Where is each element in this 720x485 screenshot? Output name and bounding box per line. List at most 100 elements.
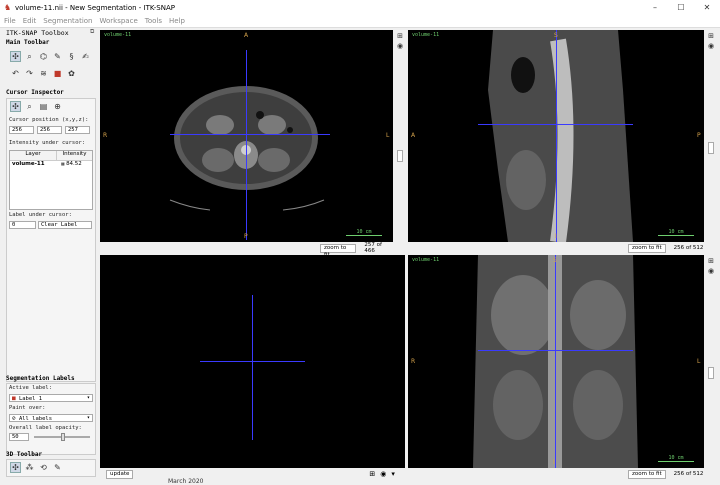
paint-over-label: Paint over: — [9, 405, 46, 411]
snake-tool-icon[interactable]: § — [66, 51, 77, 62]
3d-expand-icon[interactable]: ⊞ — [369, 470, 375, 478]
annotation-tool-icon[interactable]: ✍ — [80, 51, 91, 62]
camera-icon[interactable]: ◉ — [707, 267, 715, 275]
coronal-view[interactable]: volume-11 S R L I 10 cm — [408, 255, 704, 468]
chevron-down-icon: ▾ — [86, 415, 90, 421]
crosshair-vertical — [556, 30, 557, 242]
menu-workspace[interactable]: Workspace — [99, 17, 137, 25]
3d-paint-icon[interactable]: ✎ — [52, 462, 63, 473]
axial-view-footer: zoom to fit 257 of 466 — [100, 242, 393, 258]
scale-bar: 10 cm — [346, 229, 382, 236]
title-bar: ♞ volume-11.nii - New Segmentation - ITK… — [0, 0, 720, 15]
inspector-zoom-icon[interactable]: ⌕ — [24, 101, 35, 112]
menu-edit[interactable]: Edit — [23, 17, 37, 25]
redo-icon[interactable]: ↷ — [24, 68, 35, 79]
sagittal-view[interactable]: volume-11 S A P I 10 cm — [408, 30, 704, 242]
coronal-image — [473, 255, 638, 468]
active-label-select[interactable]: ■ Label 1 ▾ — [9, 394, 93, 402]
orient-top: S — [554, 32, 558, 39]
palette-icon[interactable]: ✿ — [66, 68, 77, 79]
sagittal-side-toolbar: ⊞ ◉ — [706, 30, 716, 242]
update-button[interactable]: update — [106, 469, 134, 479]
3d-menu-chevron-icon[interactable]: ▾ — [391, 470, 395, 478]
zoom-to-fit-button[interactable]: zoom to fit — [320, 243, 357, 258]
label-editor-icon[interactable]: ■ — [52, 68, 63, 79]
layers-icon[interactable]: ≋ — [38, 68, 49, 79]
3d-scalpel-icon[interactable]: ⟲ — [38, 462, 49, 473]
coronal-side-toolbar: ⊞ ◉ — [706, 255, 716, 468]
orient-bottom: I — [555, 233, 557, 240]
window-title: volume-11.nii - New Segmentation - ITK-S… — [15, 3, 175, 12]
undo-icon[interactable]: ↶ — [10, 68, 21, 79]
col-layer: Layer — [10, 151, 57, 160]
crosshair-horizontal — [170, 134, 330, 135]
menu-segmentation[interactable]: Segmentation — [43, 17, 92, 25]
crosshair-horizontal — [478, 350, 633, 351]
sagittal-view-footer: zoom to fit 256 of 512 — [408, 243, 704, 253]
inspector-cursor-icon[interactable]: ✣ — [10, 101, 21, 112]
expand-view-icon[interactable]: ⊞ — [396, 32, 404, 40]
close-button[interactable]: ✕ — [694, 0, 720, 15]
coronal-view-footer: zoom to fit 256 of 512 — [408, 469, 704, 479]
cursor-x-field[interactable]: 256 — [9, 126, 34, 134]
scale-bar: 10 cm — [658, 455, 694, 462]
cursor-y-field[interactable]: 256 — [37, 126, 62, 134]
crosshair-vertical — [246, 50, 247, 240]
paint-over-select[interactable]: ⊘ All labels ▾ — [9, 414, 93, 422]
orient-right: L — [697, 358, 701, 365]
slice-index: 257 of 466 — [364, 242, 382, 254]
minimize-button[interactable]: – — [642, 0, 668, 15]
intensity-label: Intensity under cursor: — [9, 140, 86, 146]
3d-spray-icon[interactable]: ⁂ — [24, 462, 35, 473]
view-layer-label: volume-11 — [412, 257, 440, 263]
menu-bar: File Edit Segmentation Workspace Tools H… — [0, 15, 720, 28]
menu-file[interactable]: File — [4, 17, 16, 25]
view-layer-label: volume-11 — [412, 32, 440, 38]
menu-help[interactable]: Help — [169, 17, 185, 25]
slice-scrollbar[interactable] — [397, 150, 403, 162]
opacity-slider-handle[interactable] — [61, 433, 65, 441]
zoom-to-fit-button[interactable]: zoom to fit — [628, 243, 666, 253]
active-label-label: Active label: — [9, 385, 53, 391]
zoom-tool-icon[interactable]: ⌕ — [24, 51, 35, 62]
inspector-sync-icon[interactable]: ⊕ — [52, 101, 63, 112]
opacity-field[interactable]: 50 — [9, 433, 29, 441]
menu-tools[interactable]: Tools — [145, 17, 162, 25]
3d-render-view[interactable] — [100, 255, 405, 468]
label-color-swatch-icon: ■ — [12, 395, 16, 402]
all-labels-icon: ⊘ — [12, 415, 16, 422]
axial-view[interactable]: volume-11 A R L P 10 cm — [100, 30, 393, 242]
row-layer: volume-11 — [12, 161, 45, 167]
label-under-cursor-label: Label under cursor: — [9, 212, 72, 218]
3d-axis-vertical — [252, 295, 253, 440]
camera-icon[interactable]: ◉ — [707, 42, 715, 50]
col-intensity: Intensity — [62, 151, 87, 157]
maximize-button[interactable]: ☐ — [668, 0, 694, 15]
3d-view-footer: update ⊞ ◉ ▾ — [100, 469, 405, 479]
paintbrush-tool-icon[interactable]: ✎ — [52, 51, 63, 62]
slice-scrollbar[interactable] — [708, 142, 714, 154]
orient-left: A — [411, 132, 416, 139]
expand-view-icon[interactable]: ⊞ — [707, 257, 715, 265]
3d-toolbar-title: 3D Toolbar — [6, 451, 43, 458]
scale-bar: 10 cm — [658, 229, 694, 236]
expand-view-icon[interactable]: ⊞ — [707, 32, 715, 40]
3d-axis-horizontal — [200, 361, 305, 362]
zoom-to-fit-button[interactable]: zoom to fit — [628, 469, 666, 479]
orient-left: R — [411, 358, 416, 365]
chevron-down-icon: ▾ — [86, 395, 90, 401]
inspector-layout-icon[interactable]: ▤ — [38, 101, 49, 112]
3d-camera-icon[interactable]: ◉ — [380, 470, 386, 478]
toolbox-title: ITK-SNAP Toolbox — [6, 29, 69, 37]
cursor-z-field[interactable]: 257 — [65, 126, 90, 134]
slice-scrollbar[interactable] — [708, 367, 714, 379]
crosshair-tool-icon[interactable]: ✣ — [10, 51, 21, 62]
orient-right: L — [386, 132, 390, 139]
camera-icon[interactable]: ◉ — [396, 42, 404, 50]
table-row[interactable]: volume-11 ▦ 84.52 — [10, 161, 92, 169]
3d-rotate-icon[interactable]: ✣ — [10, 462, 21, 473]
polygon-tool-icon[interactable]: ⌬ — [38, 51, 49, 62]
undock-icon[interactable]: ⧉ — [90, 28, 97, 35]
slice-index: 256 of 512 — [673, 471, 704, 477]
label-id-field: 0 — [9, 221, 36, 229]
